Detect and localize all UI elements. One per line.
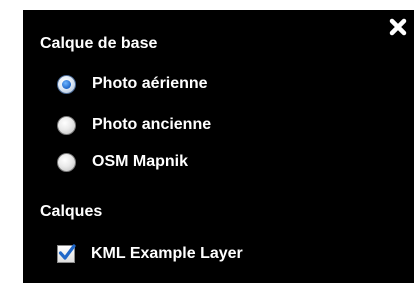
base-layer-label-old-photo: Photo ancienne — [92, 116, 212, 133]
base-layer-option-osm-mapnik[interactable]: OSM Mapnik — [57, 150, 188, 174]
close-button[interactable] — [385, 14, 411, 40]
layer-switcher-panel: Calque de base Photo aérienne Photo anci… — [23, 10, 414, 283]
radio-button-selected[interactable] — [57, 74, 76, 94]
overlay-option-kml-example-layer[interactable]: KML Example Layer — [57, 242, 243, 266]
overlay-label-kml-example-layer: KML Example Layer — [91, 245, 243, 262]
checkbox-checked[interactable] — [57, 244, 76, 263]
base-layers-title: Calque de base — [40, 35, 158, 52]
close-icon — [389, 18, 407, 36]
overlays-title: Calques — [40, 203, 103, 220]
radio-button[interactable] — [57, 115, 76, 135]
radio-button[interactable] — [57, 152, 76, 172]
base-layer-label-aerial-photo: Photo aérienne — [92, 75, 208, 92]
base-layer-option-old-photo[interactable]: Photo ancienne — [57, 113, 211, 137]
base-layer-option-aerial-photo[interactable]: Photo aérienne — [57, 72, 208, 96]
base-layer-label-osm-mapnik: OSM Mapnik — [92, 153, 189, 170]
check-mark-icon — [58, 244, 76, 260]
